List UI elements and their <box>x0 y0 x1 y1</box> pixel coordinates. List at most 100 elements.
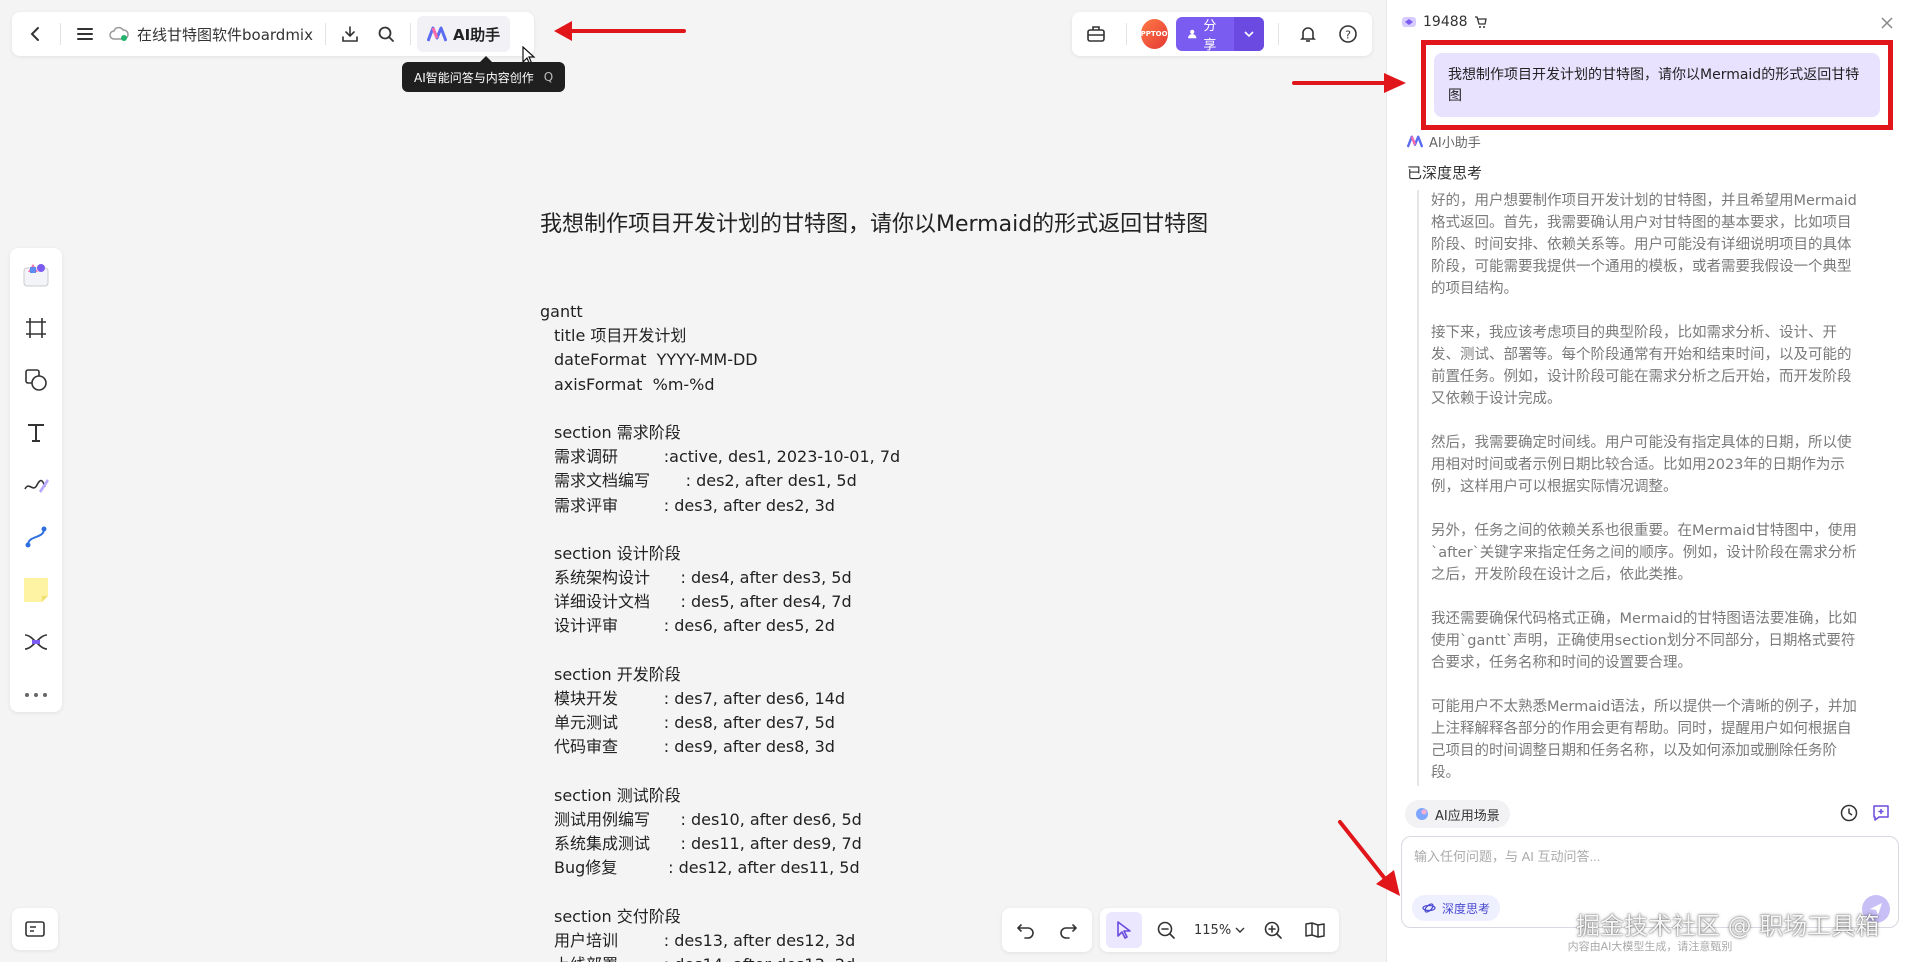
code-line: section 需求阶段 <box>554 422 681 442</box>
shape-tool[interactable] <box>18 363 54 397</box>
chat-input[interactable] <box>1414 849 1854 864</box>
back-button[interactable] <box>18 16 54 52</box>
ai-assistant-button[interactable]: AI助手 <box>416 16 511 52</box>
pen-icon <box>24 478 49 493</box>
menu-button[interactable] <box>67 16 103 52</box>
more-tools[interactable] <box>18 678 54 712</box>
chat-history-button[interactable] <box>1839 803 1859 823</box>
user-avatar[interactable]: PPTOO <box>1140 19 1168 49</box>
thinking-paragraph: 另外，任务之间的依赖关系也很重要。在Mermaid甘特图中，使用`after`关… <box>1431 523 1857 583</box>
code-line: 模块开发 : des7, after des6, 14d <box>554 689 846 708</box>
annotation-arrow-ai-button <box>554 21 686 41</box>
frame-tool[interactable] <box>18 310 54 344</box>
code-line: 系统集成测试 : des11, after des9, 7d <box>554 834 862 854</box>
search-icon <box>378 26 394 42</box>
left-tool-rail <box>10 248 62 712</box>
search-button[interactable] <box>368 16 404 52</box>
code-line: 详细设计文档 : des5, after des4, 7d <box>554 592 852 612</box>
svg-text:?: ? <box>1345 29 1351 42</box>
templates-icon <box>23 264 49 287</box>
watermark: 掘金技术社区 @ 职场工具箱 <box>1576 912 1880 940</box>
code-line: gantt <box>540 302 583 321</box>
download-button[interactable] <box>332 16 368 52</box>
ai-assistant-tooltip: AI智能问答与内容创作 Q <box>402 56 566 92</box>
thinking-paragraph: 接下来，我应该考虑项目的典型阶段，比如需求分析、设计、开发、测试、部署等。每个阶… <box>1431 325 1852 407</box>
code-line: section 开发阶段 <box>554 664 681 684</box>
clock-icon <box>1840 804 1858 822</box>
undo-button[interactable] <box>1008 912 1044 948</box>
connector-tool[interactable] <box>18 520 54 554</box>
minimap-button[interactable] <box>12 908 58 950</box>
pen-tool[interactable] <box>18 468 54 502</box>
briefcase-icon <box>1087 26 1105 42</box>
divider <box>1277 23 1279 45</box>
code-line: 系统架构设计 : des4, after des3, 5d <box>554 568 852 588</box>
assistant-label: AI小助手 <box>1407 132 1481 151</box>
annotation-arrow-user-message <box>1292 73 1406 93</box>
close-panel-button[interactable] <box>1880 14 1894 35</box>
share-main[interactable]: 分享 <box>1176 17 1234 51</box>
ai-scenes-button[interactable]: AI应用场景 <box>1405 800 1510 828</box>
mermaid-code-block: gantt title 项目开发计划 dateFormat YYYY-MM-DD ax… <box>540 300 900 962</box>
scene-icon <box>1416 808 1428 820</box>
credits-display[interactable]: 19488 <box>1401 14 1488 30</box>
undo-icon <box>1016 924 1034 939</box>
cloud-sync-icon <box>109 26 129 41</box>
assistant-name: AI小助手 <box>1429 136 1481 151</box>
new-chat-button[interactable] <box>1871 803 1891 823</box>
file-title[interactable]: 在线甘特图软件boardmix <box>103 24 319 45</box>
sticky-note-tool[interactable] <box>18 573 54 607</box>
code-line: Bug修复 : des12, after des11, 5d <box>554 858 860 878</box>
atom-icon <box>1422 903 1436 913</box>
zoom-level: 115% <box>1194 922 1232 938</box>
chevron-down-icon <box>1244 31 1254 38</box>
divider <box>60 23 61 45</box>
pointer-icon <box>1117 921 1131 939</box>
top-toolbar: 在线甘特图软件boardmix AI助手 <box>12 12 534 56</box>
zoom-in-button[interactable] <box>1255 912 1291 948</box>
divider <box>1125 23 1127 45</box>
credits-value: 19488 <box>1423 14 1468 30</box>
view-group: 115% <box>1100 908 1340 952</box>
share-button[interactable]: 分享 <box>1175 17 1264 51</box>
thinking-paragraph: 可能用户不太熟悉Mermaid语法，所以提供一个清晰的例子，并加上注释解释各部分… <box>1431 699 1857 781</box>
redo-button[interactable] <box>1050 912 1086 948</box>
ai-scenes-label: AI应用场景 <box>1435 808 1500 824</box>
map-view-button[interactable] <box>1297 912 1333 948</box>
zoom-out-button[interactable] <box>1148 912 1184 948</box>
frame-icon <box>26 317 46 338</box>
notifications-button[interactable] <box>1293 16 1325 52</box>
code-line: 需求评审 : des3, after des2, 3d <box>554 495 835 515</box>
code-line: 用户培训 : des13, after des12, 3d <box>554 930 856 950</box>
canvas-title: 我想制作项目开发计划的甘特图，请你以Mermaid的形式返回甘特图 <box>540 212 1209 237</box>
deep-thinking-toggle[interactable]: 深度思考 <box>1412 895 1501 921</box>
code-line: 上线部署 : des14, after des13, 2d <box>540 953 900 962</box>
code-line: 需求文档编写 : des2, after des1, 5d <box>554 471 857 491</box>
close-icon <box>1881 17 1893 29</box>
top-right-toolbar: PPTOO 分享 ? <box>1072 12 1372 56</box>
zoom-level-dropdown[interactable]: 115% <box>1190 923 1249 938</box>
tooltip-text: AI智能问答与内容创作 <box>414 70 534 85</box>
mindmap-tool[interactable] <box>18 625 54 659</box>
code-line: title 项目开发计划 <box>554 326 687 346</box>
help-icon: ? <box>1339 25 1357 43</box>
templates-tool[interactable] <box>18 258 54 292</box>
bottom-toolbar: 115% <box>1002 908 1340 952</box>
toolbox-button[interactable] <box>1080 16 1112 52</box>
new-chat-icon <box>1873 805 1889 821</box>
share-dropdown-button[interactable] <box>1233 17 1264 51</box>
ai-logo-icon <box>1407 135 1423 148</box>
credit-gem-icon <box>1402 17 1416 27</box>
deep-thought-toggle[interactable]: 已深度思考 <box>1407 162 1482 183</box>
help-button[interactable]: ? <box>1332 16 1364 52</box>
book-icon <box>1305 922 1325 938</box>
code-line: dateFormat YYYY-MM-DD <box>554 350 758 370</box>
text-icon <box>28 423 44 442</box>
text-tool[interactable] <box>18 415 54 449</box>
thinking-paragraph: 然后，我需要确定时间线。用户可能没有指定具体的日期，所以使用相对时间或者示例日期… <box>1431 435 1852 495</box>
select-tool-button[interactable] <box>1106 912 1142 948</box>
minimap-icon <box>25 921 45 937</box>
